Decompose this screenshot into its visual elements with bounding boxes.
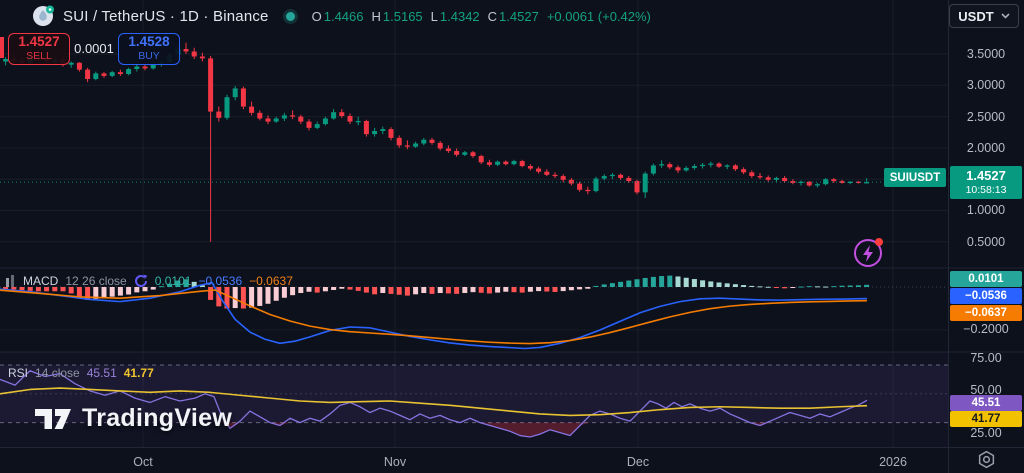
rsi-axis-75: 75.00 <box>970 351 1002 365</box>
time-axis[interactable] <box>0 447 1024 473</box>
sell-price: 1.4527 <box>18 34 60 49</box>
time-axis-label: Nov <box>383 455 407 469</box>
macd-line-chip: −0.0536 <box>950 288 1022 304</box>
currency-dropdown[interactable]: USDT <box>949 4 1019 28</box>
price-axis-label: 2.5000 <box>966 110 1006 124</box>
sui-coin-icon <box>33 5 54 26</box>
buy-label: BUY <box>138 50 160 62</box>
time-axis-label: Oct <box>133 455 153 469</box>
price-axis-label: 1.0000 <box>966 203 1006 217</box>
tradingview-watermark[interactable]: TradingView <box>34 404 232 433</box>
time-axis-label: 2026 <box>879 455 907 469</box>
macd-params: 12 26 close <box>65 274 127 288</box>
trading-chart-app: SUI / TetherUS · 1D · Binance O 1.4466 H1… <box>0 0 1024 473</box>
rsi-params: 14 close <box>35 366 80 380</box>
buy-price: 1.4528 <box>128 34 170 49</box>
tradingview-logo-icon <box>35 408 71 429</box>
rsi-value: 45.51 <box>86 366 117 380</box>
macd-hist-chip: 0.0101 <box>950 271 1022 287</box>
close-value: 1.4527 <box>499 8 539 24</box>
open-value: 1.4466 <box>323 8 364 24</box>
market-status-icon[interactable] <box>285 11 295 21</box>
low-value: 1.4342 <box>439 8 480 24</box>
high-label: H <box>371 8 381 24</box>
edge-candle-sliver <box>0 37 4 58</box>
tradingview-logo-text: TradingView <box>82 404 233 432</box>
chart-header: SUI / TetherUS · 1D · Binance O 1.4466 H1… <box>32 5 651 27</box>
macd-signal-line <box>0 289 868 345</box>
last-price-chip: 1.4527 10:58:13 <box>950 166 1022 199</box>
spread-value: 0.0001 <box>74 41 114 56</box>
sell-button[interactable]: 1.4527 SELL <box>8 33 70 65</box>
rsi-title[interactable]: RSI <box>8 366 28 380</box>
candles <box>3 42 870 242</box>
indicator-panel-icon <box>6 275 14 287</box>
price-axis-label: 3.5000 <box>966 47 1006 61</box>
loading-icon <box>134 274 148 287</box>
macd-line-value: −0.0536 <box>198 274 243 288</box>
rsi-value-chip: 45.51 <box>950 395 1022 411</box>
time-axis-label: Dec <box>626 455 650 469</box>
price-axis-label: 2.0000 <box>966 141 1006 155</box>
currency-label: USDT <box>958 8 994 24</box>
rsi-ma-chip: 41.77 <box>950 411 1022 427</box>
macd-hist-value: 0.0101 <box>154 274 192 288</box>
symbol-tag: SUIUSDT <box>884 168 946 187</box>
rsi-ma-value: 41.77 <box>123 366 154 380</box>
price-axis-label: 3.0000 <box>966 78 1006 92</box>
chevron-down-icon <box>1001 13 1010 19</box>
macd-signal-chip: −0.0637 <box>950 305 1022 321</box>
macd-signal-value: −0.0637 <box>249 274 293 288</box>
rsi-legend[interactable]: RSI 14 close 45.51 41.77 <box>8 366 154 380</box>
ohlc-readout: O 1.4466 H 1.5165 L 1.4342 C 1.4527 +0.0061 … <box>312 9 651 24</box>
open-label: O <box>311 8 322 24</box>
low-label: L <box>430 8 438 24</box>
price-gridlines <box>0 53 948 243</box>
last-price-value: 1.4527 <box>966 167 1006 183</box>
price-axis-label: 0.5000 <box>966 235 1006 249</box>
macd-title[interactable]: MACD <box>23 274 58 288</box>
macd-axis-label: −0.2000 <box>963 322 1009 336</box>
rsi-axis-25: 25.00 <box>970 426 1002 440</box>
change-value: +0.0061 (+0.42%) <box>546 8 651 24</box>
bar-countdown: 10:58:13 <box>965 183 1007 196</box>
gear-icon[interactable] <box>977 450 996 473</box>
symbol-title[interactable]: SUI / TetherUS · 1D · Binance <box>63 8 269 25</box>
boost-lightning-icon[interactable] <box>852 233 888 276</box>
high-value: 1.5165 <box>382 8 423 24</box>
macd-legend[interactable]: MACD 12 26 close 0.0101 −0.0536 −0.0637 <box>6 274 293 288</box>
buy-button[interactable]: 1.4528 BUY <box>118 33 180 65</box>
sell-label: SELL <box>26 50 52 62</box>
close-label: C <box>487 8 498 24</box>
